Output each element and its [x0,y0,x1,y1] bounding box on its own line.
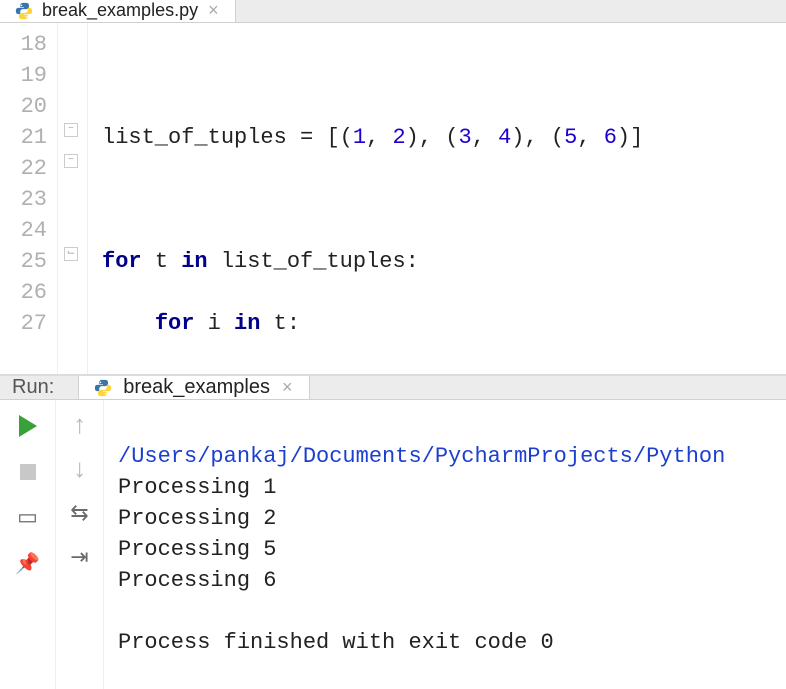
line-number-gutter: 18 19 20 21 22 23 24 25 26 27 [0,23,58,375]
line-number: 22 [0,153,47,184]
fold-end-icon[interactable]: ⌙ [64,247,78,261]
console-line: Processing 1 [118,475,276,500]
stop-icon [20,464,36,480]
console-exit-line: Process finished with exit code 0 [118,630,554,655]
editor-tab-filename: break_examples.py [42,0,198,21]
line-number: 18 [0,29,47,60]
editor-tab-bar: break_examples.py × [0,0,786,23]
arrow-up-icon: ↑ [72,411,88,441]
console-output[interactable]: /Users/pankaj/Documents/PycharmProjects/… [104,400,786,689]
python-file-icon [14,1,34,21]
line-number: 20 [0,91,47,122]
console-line: Processing 5 [118,537,276,562]
fold-gutter: − − ⌙ [58,23,88,375]
play-icon [19,415,37,437]
console-path-line: /Users/pankaj/Documents/PycharmProjects/… [118,444,725,469]
code-line: for i in t: [102,308,786,339]
down-button[interactable]: ↓ [66,456,94,484]
run-header: Run: break_examples × [0,376,786,400]
close-icon[interactable]: × [280,377,295,398]
editor-tab-active[interactable]: break_examples.py × [0,0,236,22]
run-config-name: break_examples [123,376,270,399]
scroll-to-end-button[interactable]: ⇥ [66,544,94,572]
code-text-area[interactable]: list_of_tuples = [(1, 2), (3, 4), (5, 6)… [88,23,786,375]
line-number: 26 [0,277,47,308]
scroll-end-icon: ⇥ [70,545,88,571]
line-number: 21 [0,122,47,153]
arrow-down-icon: ↓ [72,455,88,485]
run-tool-window: Run: break_examples × ▭ 📌 ↑ ↓ ⇆ ⇥ /Users… [0,376,786,658]
pin-button[interactable]: 📌 [14,550,42,578]
code-line: for t in list_of_tuples: [102,246,786,277]
line-number: 19 [0,60,47,91]
console-line: Processing 6 [118,568,276,593]
stop-button[interactable] [14,458,42,486]
soft-wrap-icon: ⇆ [70,501,88,527]
line-number: 24 [0,215,47,246]
up-button[interactable]: ↑ [66,412,94,440]
pin-icon: 📌 [15,551,40,577]
code-line: list_of_tuples = [(1, 2), (3, 4), (5, 6)… [102,122,786,153]
code-line [102,60,786,91]
python-file-icon [93,378,113,398]
run-config-tab[interactable]: break_examples × [78,376,309,399]
fold-marker-icon[interactable]: − [64,154,78,168]
run-button[interactable] [14,412,42,440]
code-line [102,184,786,215]
line-number: 25 [0,246,47,277]
line-number: 23 [0,184,47,215]
console-line: Processing 2 [118,506,276,531]
close-icon[interactable]: × [206,0,221,21]
run-toolbar-secondary: ↑ ↓ ⇆ ⇥ [56,400,104,689]
soft-wrap-button[interactable]: ⇆ [66,500,94,528]
code-editor[interactable]: 18 19 20 21 22 23 24 25 26 27 − − ⌙ list… [0,23,786,375]
layout-icon: ▭ [17,505,38,531]
run-toolbar-primary: ▭ 📌 [0,400,56,689]
layout-button[interactable]: ▭ [14,504,42,532]
run-panel-title: Run: [0,376,66,399]
fold-marker-icon[interactable]: − [64,123,78,137]
line-number: 27 [0,308,47,339]
